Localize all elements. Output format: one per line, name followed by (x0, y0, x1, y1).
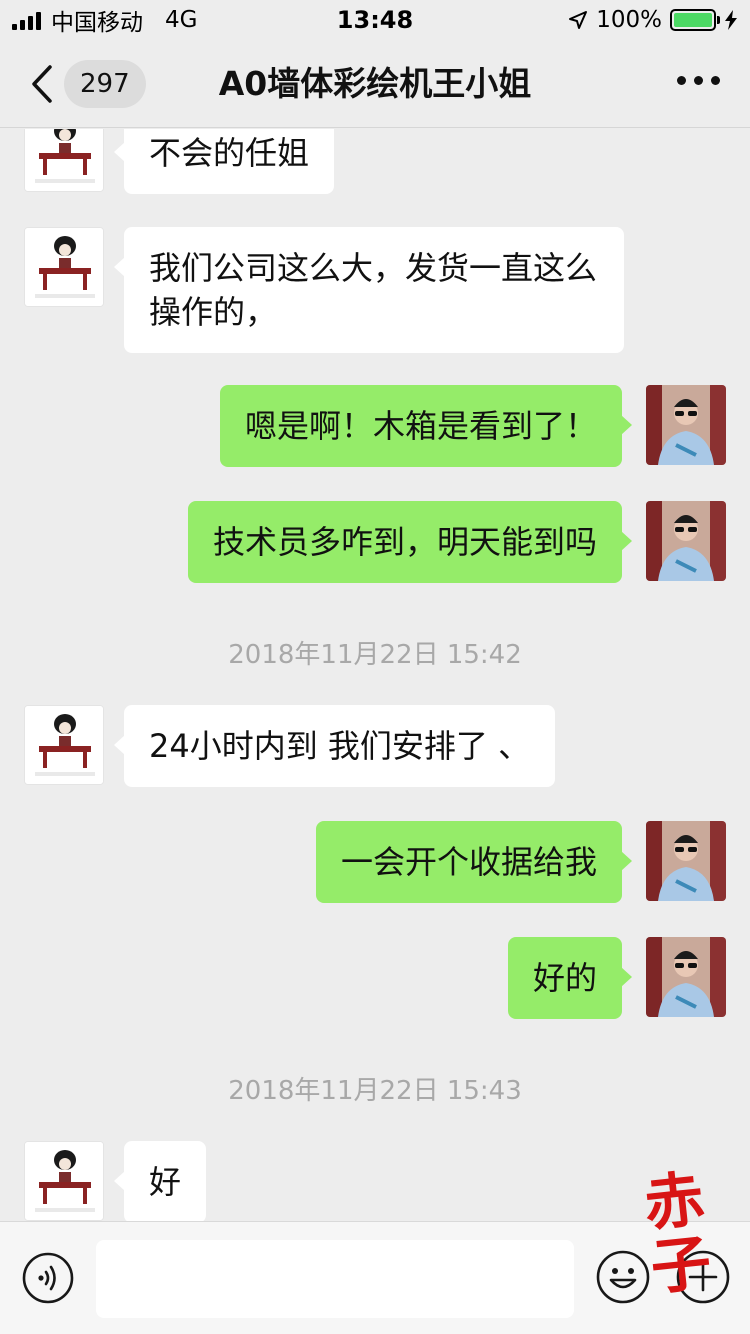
avatar[interactable] (646, 821, 726, 901)
plus-icon[interactable] (676, 1250, 730, 1304)
message-bubble[interactable]: 一会开个收据给我 (315, 821, 633, 903)
message-bubble[interactable]: 好 (113, 1141, 207, 1221)
location-arrow-icon (569, 11, 588, 29)
battery-icon (670, 9, 720, 31)
more-dots-icon[interactable] (677, 76, 720, 85)
unread-count-badge[interactable]: 297 (64, 60, 146, 108)
avatar[interactable] (646, 501, 726, 581)
avatar-sticker-image (25, 129, 103, 191)
avatar-photo-image (646, 501, 726, 581)
avatar-photo-image (646, 937, 726, 1017)
chat-area[interactable]: 不会的任姐 我们公司这么大，发货一直这么操作的， 嗯是啊！木箱是看到了！ 技术员… (0, 129, 750, 1221)
message-bubble[interactable]: 好的 (507, 937, 633, 1019)
emoji-icon[interactable] (596, 1250, 650, 1304)
status-bar: 中国移动 4G 13:48 100% (0, 0, 750, 40)
timestamp: 2018年11月22日 15:42 (228, 640, 522, 670)
avatar-photo-image (646, 385, 726, 465)
voice-icon[interactable] (22, 1252, 74, 1304)
chevron-left-icon[interactable] (28, 64, 54, 104)
avatar[interactable] (646, 937, 726, 1017)
message-bubble[interactable]: 不会的任姐 (113, 129, 335, 194)
avatar[interactable] (24, 129, 104, 192)
avatar-sticker-image (25, 1142, 103, 1220)
avatar-photo-image (646, 821, 726, 901)
battery-percent: 100% (596, 7, 662, 33)
message-input[interactable] (96, 1240, 574, 1318)
charging-bolt-icon (725, 10, 737, 30)
message-bubble[interactable]: 我们公司这么大，发货一直这么操作的， (114, 227, 624, 353)
nav-bar: 297 A0墙体彩绘机王小姐 (0, 40, 750, 128)
chat-title: A0墙体彩绘机王小姐 (218, 64, 532, 103)
status-right: 100% (568, 6, 738, 34)
timestamp: 2018年11月22日 15:43 (228, 1076, 522, 1106)
avatar-sticker-image (25, 228, 103, 306)
avatar[interactable] (24, 705, 104, 785)
battery-fill (674, 13, 712, 27)
message-bubble[interactable]: 24小时内到 我们安排了 、 (113, 705, 556, 787)
message-bubble[interactable]: 嗯是啊！木箱是看到了！ (219, 385, 633, 467)
input-bar (0, 1221, 750, 1334)
avatar[interactable] (24, 1141, 104, 1221)
message-bubble[interactable]: 技术员多咋到，明天能到吗 (187, 501, 633, 583)
avatar[interactable] (646, 385, 726, 465)
avatar-sticker-image (25, 706, 103, 784)
avatar[interactable] (24, 227, 104, 307)
